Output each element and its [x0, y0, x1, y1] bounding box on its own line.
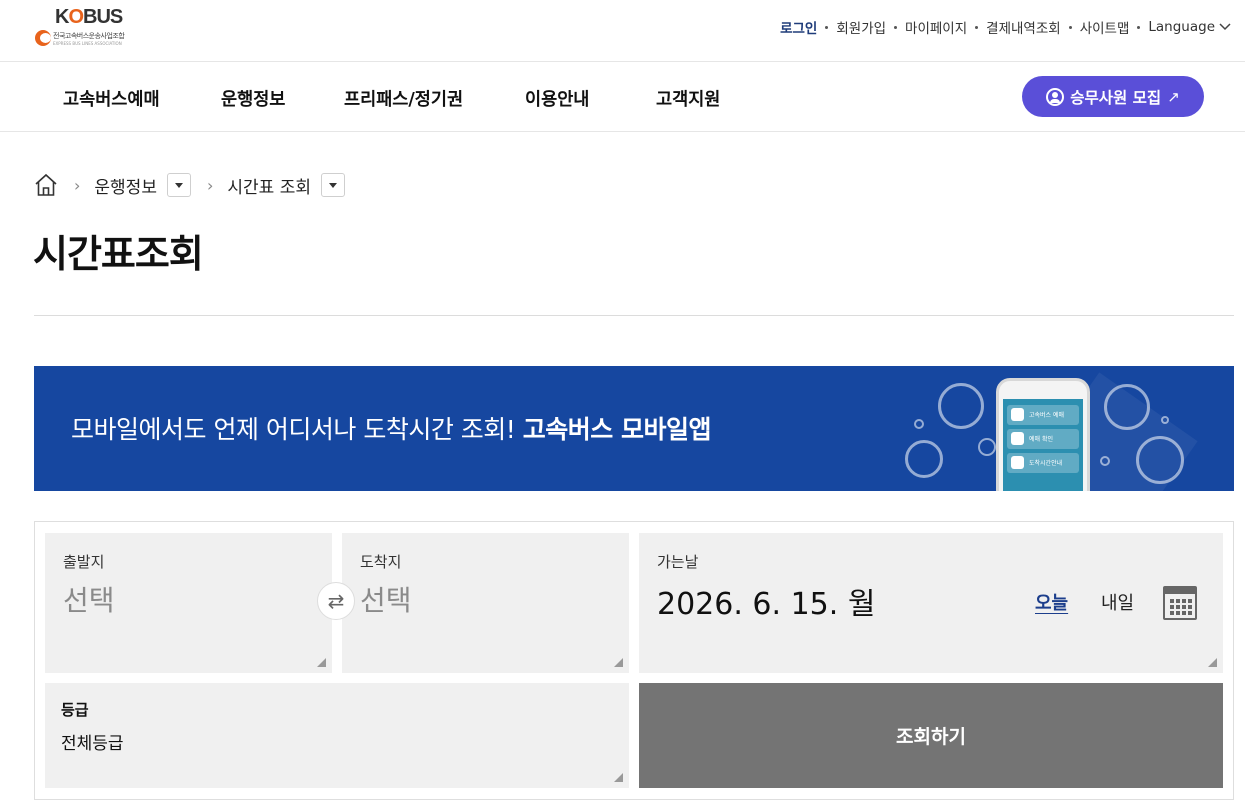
decor-dot: [1100, 456, 1110, 466]
breadcrumb-level1: 운행정보: [94, 177, 157, 198]
decor-dot: [914, 419, 924, 429]
grade-label: 등급: [61, 701, 89, 719]
swap-route-button[interactable]: ⇄: [317, 582, 355, 620]
separator-dot: [894, 25, 898, 29]
departure-label: 출발지: [63, 553, 105, 571]
home-icon[interactable]: [34, 173, 58, 197]
phone-row: 고속버스 예매: [1007, 405, 1079, 425]
logo-mark-icon: [35, 30, 51, 46]
banner-text-bold: 고속버스 모바일앱: [522, 415, 712, 444]
main-nav: 고속버스예매 운행정보 프리패스/정기권 이용안내 고객지원 승무사원 모집 ↗: [0, 62, 1245, 132]
sitemap-link[interactable]: 사이트맵: [1080, 17, 1130, 37]
utility-nav: 로그인 회원가입 마이페이지 결제내역조회 사이트맵 Language: [780, 17, 1231, 37]
signup-link[interactable]: 회원가입: [836, 17, 886, 37]
payment-history-link[interactable]: 결제내역조회: [986, 17, 1061, 37]
banner-text-regular: 모바일에서도 언제 어디서나 도착시간 조회!: [71, 415, 516, 444]
check-circle-icon: [938, 383, 984, 429]
decor-dot: [1161, 416, 1169, 424]
page-title: 시간표조회: [33, 232, 204, 276]
bus-route-circle-icon: [1136, 436, 1184, 484]
nav-free-pass[interactable]: 프리패스/정기권: [344, 86, 463, 111]
recruit-label: 승무사원 모집: [1070, 88, 1162, 107]
resize-corner-icon: [614, 658, 623, 667]
nav-usage-guide[interactable]: 이용안내: [525, 86, 589, 111]
arrival-placeholder: 선택: [360, 584, 412, 617]
logo-subtitle: 전국고속버스운송사업조합: [53, 32, 125, 40]
banner-text: 모바일에서도 언제 어디서나 도착시간 조회! 고속버스 모바일앱: [71, 410, 711, 446]
login-link[interactable]: 로그인: [780, 17, 817, 37]
mobile-app-banner[interactable]: 모바일에서도 언제 어디서나 도착시간 조회! 고속버스 모바일앱 고속버스 예…: [34, 366, 1234, 491]
separator-dot: [825, 25, 829, 29]
resize-corner-icon: [317, 658, 326, 667]
kobus-logo[interactable]: KOBUS 전국고속버스운송사업조합 EXPRESS BUS LINES ASS…: [33, 6, 143, 50]
breadcrumb-level2-dropdown[interactable]: [320, 173, 345, 197]
breadcrumb-level1-dropdown[interactable]: [166, 173, 191, 197]
calendar-icon[interactable]: [1163, 586, 1197, 620]
top-bar: KOBUS 전국고속버스운송사업조합 EXPRESS BUS LINES ASS…: [0, 0, 1245, 62]
date-value: 2026. 6. 15. 월: [657, 587, 876, 622]
chevron-down-icon: [1219, 23, 1231, 31]
logo-word: KOBUS: [55, 6, 123, 28]
external-link-icon: ↗: [1167, 87, 1180, 106]
driver-recruit-button[interactable]: 승무사원 모집 ↗: [1022, 76, 1204, 117]
grade-select[interactable]: 등급 전체등급: [45, 683, 629, 788]
chevron-right-icon: ›: [74, 175, 81, 195]
person-icon: [1046, 87, 1065, 106]
timetable-search-form: 출발지 선택 도착지 선택 ⇄ 가는날 2026. 6. 15. 월 오늘 내일…: [34, 521, 1234, 800]
logo-subtitle-en: EXPRESS BUS LINES ASSOCIATION: [53, 41, 122, 46]
tomorrow-button[interactable]: 내일: [1101, 589, 1134, 615]
divider: [34, 315, 1234, 316]
resize-corner-icon: [614, 773, 623, 782]
date-label: 가는날: [657, 553, 699, 571]
departure-field[interactable]: 출발지 선택: [45, 533, 332, 673]
nav-customer-support[interactable]: 고객지원: [656, 86, 720, 111]
arrival-field[interactable]: 도착지 선택: [342, 533, 629, 673]
date-field[interactable]: 가는날 2026. 6. 15. 월 오늘 내일: [639, 533, 1223, 673]
mypage-link[interactable]: 마이페이지: [905, 17, 967, 37]
breadcrumb-level2: 시간표 조회: [227, 177, 311, 198]
language-label: Language: [1148, 19, 1215, 35]
breadcrumb: › 운행정보 › 시간표 조회: [34, 172, 345, 198]
departure-placeholder: 선택: [63, 584, 115, 617]
phone-screen: 고속버스 예매 예매 확인 도착시간안내: [1003, 399, 1083, 491]
separator-dot: [975, 25, 979, 29]
swap-arrows-icon: ⇄: [327, 589, 345, 613]
person-circle-icon: [905, 440, 943, 478]
separator-dot: [1137, 25, 1141, 29]
phone-row: 예매 확인: [1007, 429, 1079, 449]
today-button[interactable]: 오늘: [1035, 589, 1068, 615]
phone-illustration: 고속버스 예매 예매 확인 도착시간안내: [996, 378, 1090, 491]
nav-operation-info[interactable]: 운행정보: [221, 86, 285, 111]
arrival-label: 도착지: [360, 553, 402, 571]
separator-dot: [1068, 25, 1072, 29]
decor-dot: [978, 438, 996, 456]
bus-circle-icon: [1104, 384, 1150, 430]
grade-value: 전체등급: [61, 734, 124, 754]
search-submit-button[interactable]: 조회하기: [639, 683, 1223, 788]
language-selector[interactable]: Language: [1148, 19, 1231, 35]
resize-corner-icon: [1208, 658, 1217, 667]
chevron-right-icon: ›: [206, 175, 214, 195]
nav-ticket-booking[interactable]: 고속버스예매: [63, 86, 160, 111]
phone-row: 도착시간안내: [1007, 453, 1079, 473]
